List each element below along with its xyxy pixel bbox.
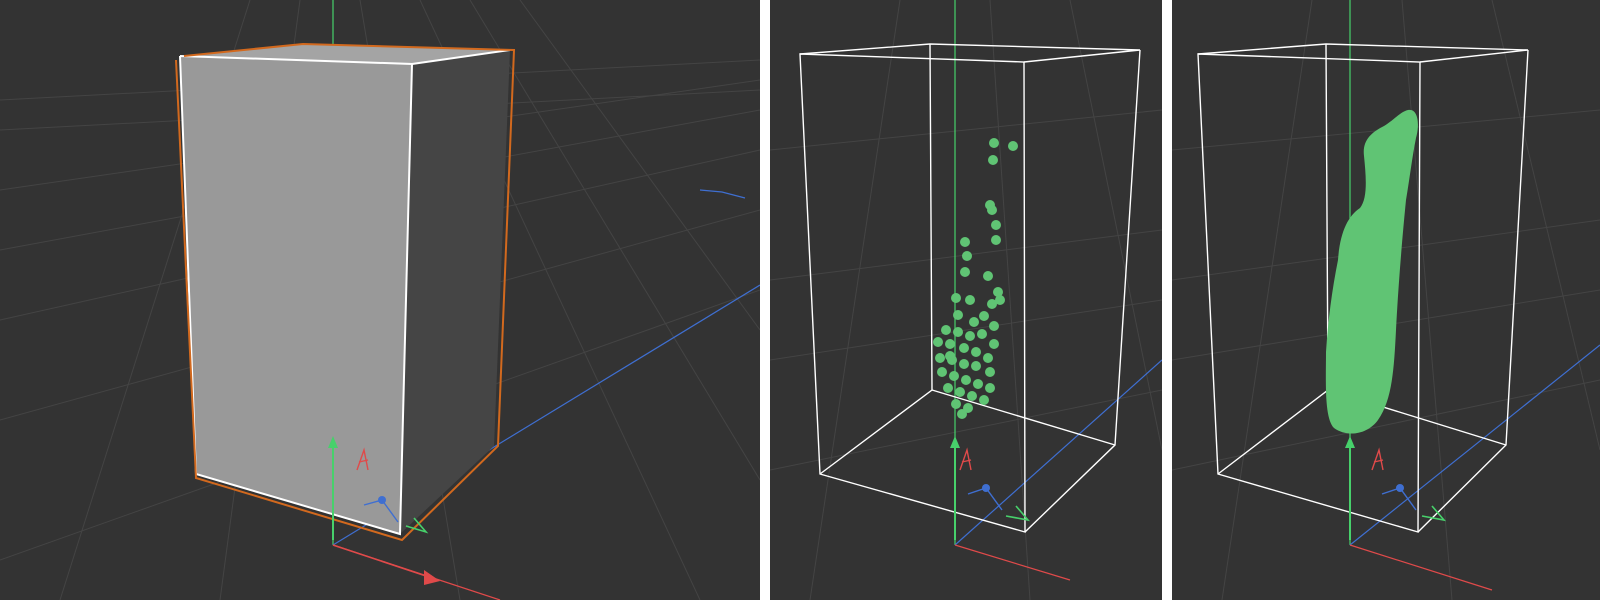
y-axis-arrow-icon xyxy=(1345,436,1355,540)
gizmos xyxy=(950,436,1031,540)
world-axes xyxy=(954,0,1162,581)
box-front-face[interactable] xyxy=(180,56,412,534)
viewport-geometry-canvas[interactable] xyxy=(0,0,760,600)
y-axis-arrow-icon xyxy=(950,436,960,540)
light-gizmo-icon xyxy=(1371,447,1384,471)
gizmos xyxy=(1345,436,1447,540)
x-axis-arrow-icon xyxy=(332,544,440,585)
viewport-geometry[interactable] xyxy=(0,0,760,600)
viewport-particles-canvas[interactable] xyxy=(770,0,1162,600)
viewport-separator xyxy=(1162,0,1172,600)
viewport-separator xyxy=(760,0,770,600)
light-gizmo-icon xyxy=(959,447,972,471)
particle-points xyxy=(933,138,1018,419)
viewport-particles[interactable] xyxy=(770,0,1162,600)
camera-gizmo-icon xyxy=(967,484,1031,522)
selected-box[interactable] xyxy=(175,42,516,542)
fluid-surface-mesh xyxy=(1325,109,1418,434)
viewport-fluid-surface[interactable] xyxy=(1172,0,1600,600)
viewport-fluid-canvas[interactable] xyxy=(1172,0,1600,600)
box-side-face[interactable] xyxy=(400,50,510,534)
